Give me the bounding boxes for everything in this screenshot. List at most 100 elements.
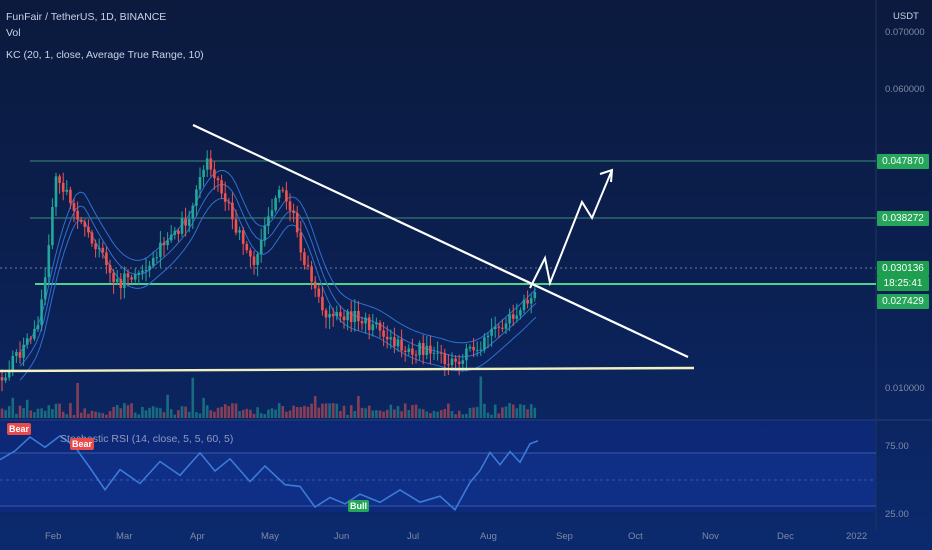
volume-bar xyxy=(367,405,371,418)
kc-indicator-label[interactable]: KC (20, 1, close, Average True Range, 10… xyxy=(6,49,204,61)
volume-bar xyxy=(277,403,281,418)
candle-body xyxy=(285,190,288,202)
price-chart-canvas[interactable] xyxy=(0,0,932,550)
volume-bar xyxy=(177,410,180,418)
candle-body xyxy=(450,358,454,366)
volume-bar xyxy=(159,408,162,418)
candle-body xyxy=(213,169,216,179)
volume-bar xyxy=(371,410,375,418)
candle-body xyxy=(15,352,18,356)
volume-bar xyxy=(65,414,69,418)
volume-bar xyxy=(15,413,18,418)
volume-bars xyxy=(0,376,537,418)
candle-body xyxy=(270,210,274,217)
volume-bar xyxy=(249,409,252,418)
candle-body xyxy=(69,189,72,203)
volume-bar xyxy=(76,383,79,418)
volume-bar xyxy=(263,414,267,418)
volume-indicator-label[interactable]: Vol xyxy=(6,27,21,39)
volume-bar xyxy=(331,403,335,418)
volume-bar xyxy=(108,411,112,418)
volume-bar xyxy=(472,407,475,418)
volume-bar xyxy=(353,411,357,418)
candle-body xyxy=(61,182,65,192)
candle-body xyxy=(328,313,331,318)
month-label: Sep xyxy=(556,531,573,542)
candle-body xyxy=(180,218,184,234)
candle-body xyxy=(238,230,241,233)
candle-body xyxy=(490,329,493,336)
volume-bar xyxy=(396,406,400,418)
candle-body xyxy=(400,339,403,351)
candle-body xyxy=(288,201,292,211)
candle-body xyxy=(339,312,342,317)
volume-bar xyxy=(166,394,169,418)
candle-body xyxy=(367,317,371,331)
candle-body xyxy=(227,201,231,203)
volume-bar xyxy=(223,404,227,418)
month-label: Jul xyxy=(407,531,420,542)
volume-bar xyxy=(403,403,407,418)
volume-bar xyxy=(198,413,202,418)
candle-body xyxy=(429,345,432,354)
candle-body xyxy=(378,322,382,331)
volume-bar xyxy=(7,406,11,418)
volume-bar xyxy=(515,408,519,418)
volume-bar xyxy=(479,376,483,418)
volume-bar xyxy=(169,409,173,418)
candle-body xyxy=(465,348,468,361)
volume-bar xyxy=(339,411,342,418)
volume-bar xyxy=(133,412,137,418)
volume-bar xyxy=(414,404,418,418)
candle-body xyxy=(371,324,375,331)
volume-bar xyxy=(209,410,213,418)
volume-bar xyxy=(187,411,191,418)
volume-bar xyxy=(126,405,130,418)
volume-bar xyxy=(364,408,367,418)
volume-bar xyxy=(123,403,126,418)
candle-body xyxy=(295,213,299,233)
candle-body xyxy=(40,299,43,325)
candle-body xyxy=(324,310,328,318)
candle-body xyxy=(508,314,511,324)
volume-bar xyxy=(324,403,328,418)
candle-body xyxy=(321,296,324,311)
candle-body xyxy=(123,273,126,288)
candle-body xyxy=(97,247,101,250)
candle-body xyxy=(169,234,173,241)
volume-bar xyxy=(112,406,115,418)
candle-body xyxy=(483,337,486,350)
volume-bar xyxy=(306,406,310,418)
chart-root[interactable]: FunFair / TetherUS, 1D, BINANCE Vol KC (… xyxy=(0,0,932,550)
volume-bar xyxy=(519,404,522,418)
volume-bar xyxy=(425,411,429,418)
volume-bar xyxy=(47,405,51,418)
volume-bar xyxy=(429,413,432,418)
volume-bar xyxy=(162,412,166,418)
candle-body xyxy=(303,252,306,265)
month-label: Dec xyxy=(777,531,794,542)
volume-bar xyxy=(151,406,155,418)
volume-bar xyxy=(105,414,108,418)
candle-body xyxy=(335,312,339,317)
candle-body xyxy=(155,257,159,259)
candle-body xyxy=(468,346,472,349)
candle-body xyxy=(511,314,515,319)
volume-bar xyxy=(465,413,468,418)
candle-body xyxy=(90,232,94,244)
volume-bar xyxy=(184,406,187,418)
candle-body xyxy=(141,270,144,273)
candle-body xyxy=(195,189,198,206)
volume-bar xyxy=(22,408,25,418)
candle-body xyxy=(105,252,108,265)
candle-body xyxy=(166,240,169,246)
candle-body xyxy=(346,311,349,321)
volume-bar xyxy=(119,408,123,418)
candle-body xyxy=(108,264,112,273)
symbol-title[interactable]: FunFair / TetherUS, 1D, BINANCE xyxy=(6,11,166,23)
candle-body xyxy=(11,356,15,372)
volume-bar xyxy=(137,414,141,418)
bear-signal-badge: Bear xyxy=(70,438,95,450)
candle-body xyxy=(18,352,22,358)
volume-bar xyxy=(393,409,396,418)
